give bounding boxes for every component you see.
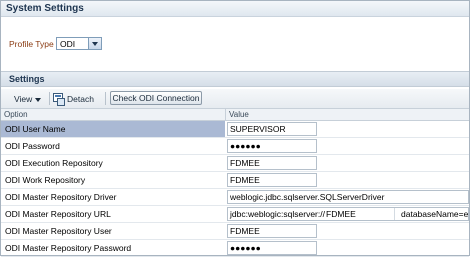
table-row[interactable]: ODI Master Repository URL jdbc:weblogic:… (1, 206, 469, 223)
field-divider (394, 208, 395, 220)
option-name: ODI Master Repository Password (5, 243, 132, 253)
odi-execution-repository-input[interactable]: FDMEE (227, 156, 317, 170)
table-row[interactable]: ODI User Name SUPERVISOR (1, 121, 469, 138)
odi-user-name-input[interactable]: SUPERVISOR (227, 122, 317, 136)
column-header-option[interactable]: Option (4, 110, 28, 119)
url-prefix: jdbc:weblogic:sqlserver:// (230, 209, 325, 219)
table-row[interactable]: ODI Master Repository Password ●●●●●● (1, 240, 469, 257)
option-name: ODI Master Repository URL (5, 209, 111, 219)
toolbar-divider (105, 92, 106, 105)
settings-section-header[interactable]: Settings (1, 71, 469, 87)
profile-type-value: ODI (60, 39, 76, 49)
odi-master-repository-driver-input[interactable]: weblogic.jdbc.sqlserver.SQLServerDriver (227, 190, 469, 204)
odi-password-input[interactable]: ●●●●●● (227, 139, 317, 153)
chevron-down-icon[interactable] (88, 38, 101, 49)
table-row[interactable]: ODI Master Repository Driver weblogic.jd… (1, 189, 469, 206)
profile-type-label: Profile Type (9, 39, 54, 49)
section-title: Settings (9, 74, 45, 84)
settings-table: Option Value ODI User Name SUPERVISOR OD… (1, 109, 469, 257)
option-name: ODI Work Repository (5, 175, 86, 185)
column-header-value[interactable]: Value (229, 110, 249, 119)
toolbar: View Detach Check ODI Connection (1, 89, 469, 109)
column-divider (225, 109, 226, 120)
toolbar-divider (49, 92, 50, 105)
table-row[interactable]: ODI Work Repository FDMEE (1, 172, 469, 189)
detach-icon[interactable] (53, 93, 65, 106)
odi-master-repository-password-input[interactable]: ●●●●●● (227, 241, 317, 255)
option-name: ODI Password (5, 141, 60, 151)
odi-work-repository-input[interactable]: FDMEE (227, 173, 317, 187)
table-row[interactable]: ODI Execution Repository FDMEE (1, 155, 469, 172)
detach-button[interactable]: Detach (67, 94, 94, 104)
url-host: FDMEE (326, 209, 356, 219)
table-header: Option Value (1, 109, 469, 121)
odi-master-repository-user-input[interactable]: FDMEE (227, 224, 317, 238)
profile-type-select[interactable]: ODI (56, 37, 102, 50)
view-menu[interactable]: View (14, 94, 41, 104)
url-database: databaseName=epr (401, 209, 469, 219)
system-settings-panel: System Settings Profile Type ODI Setting… (0, 0, 470, 257)
option-name: ODI Execution Repository (5, 158, 103, 168)
odi-master-repository-url-input[interactable]: jdbc:weblogic:sqlserver:// FDMEE databas… (227, 207, 469, 221)
page-title: System Settings (6, 3, 84, 14)
table-row[interactable]: ODI Master Repository User FDMEE (1, 223, 469, 240)
check-odi-connection-button[interactable]: Check ODI Connection (110, 91, 202, 105)
table-row[interactable]: ODI Password ●●●●●● (1, 138, 469, 155)
option-name: ODI User Name (1, 121, 225, 137)
option-name: ODI Master Repository Driver (5, 192, 117, 202)
option-name: ODI Master Repository User (5, 226, 112, 236)
title-bar: System Settings (1, 1, 469, 17)
